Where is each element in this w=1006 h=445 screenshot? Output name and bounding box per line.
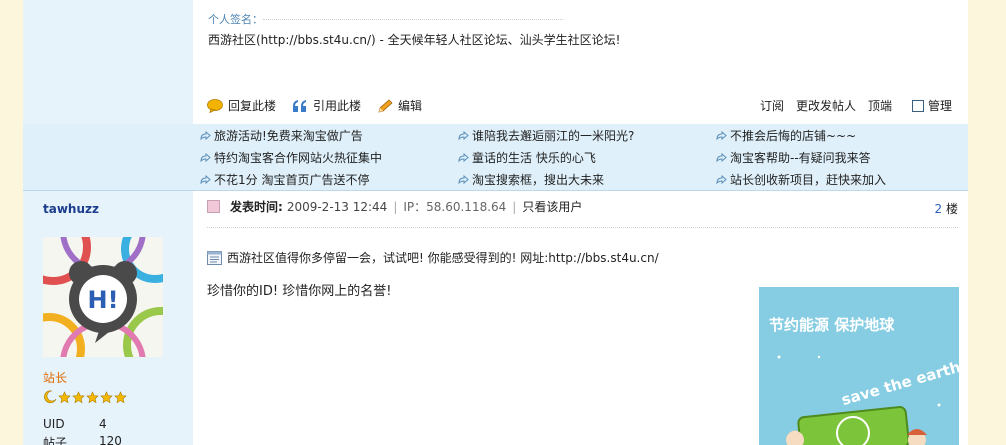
star-icon bbox=[58, 390, 71, 403]
post-admin-actions: 订阅 更改发帖人 顶端 管理 bbox=[760, 97, 952, 114]
ad-link-text[interactable]: 不花1分 淘宝首页广告送不停 bbox=[214, 171, 369, 189]
posted-label: 发表时间: bbox=[230, 200, 283, 214]
ad-link[interactable]: 淘宝搜索框，搜出大未来 bbox=[457, 169, 634, 191]
post-marker-icon bbox=[207, 200, 220, 213]
manage-checkbox[interactable] bbox=[911, 100, 924, 112]
forum-thread: 个人签名： 西游社区(http://bbs.st4u.cn/) - 全天候年轻人… bbox=[13, 0, 968, 445]
signature-label: 个人签名： bbox=[208, 13, 263, 26]
edit-button[interactable]: 编辑 bbox=[377, 97, 422, 114]
star-icon bbox=[86, 390, 99, 403]
link-arrow-icon bbox=[716, 130, 727, 141]
stat-value: 120 bbox=[99, 434, 122, 445]
stat-label: 帖子 bbox=[43, 436, 68, 445]
link-arrow-icon bbox=[458, 130, 469, 141]
post-ip: IP：58.60.118.64 bbox=[403, 200, 507, 214]
ad-link[interactable]: 谁陪我去邂逅丽江的一米阳光? bbox=[457, 125, 634, 147]
ad-link-text[interactable]: 旅游活动!免费来淘宝做广告 bbox=[214, 127, 363, 145]
user-rank: 站长 bbox=[43, 371, 68, 385]
link-arrow-icon bbox=[716, 174, 727, 185]
meta-divider bbox=[207, 227, 958, 228]
posted-time: 2009-2-13 12:44 bbox=[286, 199, 388, 214]
ad-links-strip: 旅游活动!免费来淘宝做广告 特约淘宝客合作网站火热征集中 不花1分 淘宝首页广告… bbox=[23, 124, 968, 190]
ad-column-1: 旅游活动!免费来淘宝做广告 特约淘宝客合作网站火热征集中 不花1分 淘宝首页广告… bbox=[199, 125, 382, 191]
eco-banner-image[interactable]: 节约能源 保护地球 save the earth bbox=[759, 287, 959, 445]
signature-text: 西游社区(http://bbs.st4u.cn/) - 全天候年轻人社区论坛、汕… bbox=[208, 33, 621, 47]
ad-link-text[interactable]: 站长创收新项目，赶快来加入 bbox=[730, 171, 886, 189]
ad-link-text[interactable]: 谁陪我去邂逅丽江的一米阳光? bbox=[472, 127, 634, 145]
stat-posts: 帖子 120 bbox=[43, 434, 122, 445]
ad-link-text[interactable]: 淘宝客帮助--有疑问我来答 bbox=[730, 149, 871, 167]
ad-column-3: 不推会后悔的店铺~~~ 淘宝客帮助--有疑问我来答 站长创收新项目，赶快来加入 bbox=[715, 125, 886, 191]
floor-number: 2 楼 bbox=[935, 200, 958, 217]
stat-uid: UID 4 bbox=[43, 417, 107, 431]
svg-text:H!: H! bbox=[87, 286, 118, 314]
notice-text: 西游社区值得你多停留一会，试试吧! 你能感受得到的! 网址:http://bbs… bbox=[227, 251, 659, 265]
post1-body: 个人签名： 西游社区(http://bbs.st4u.cn/) - 全天候年轻人… bbox=[193, 0, 968, 124]
quote-label: 引用此楼 bbox=[313, 99, 362, 113]
reply-label: 回复此楼 bbox=[228, 99, 277, 113]
ad-link[interactable]: 童话的生活 快乐的心飞 bbox=[457, 147, 634, 169]
meta-separator: | bbox=[512, 199, 517, 214]
ad-link-text[interactable]: 特约淘宝客合作网站火热征集中 bbox=[214, 149, 382, 167]
link-arrow-icon bbox=[458, 174, 469, 185]
only-view-author-link[interactable]: 只看该用户 bbox=[522, 198, 582, 215]
post2-author-panel: tawhuzz H! 站长 UID 4 帖子 120 bbox=[13, 188, 199, 445]
ad-link[interactable]: 特约淘宝客合作网站火热征集中 bbox=[199, 147, 382, 169]
floor-link[interactable]: 2 bbox=[935, 202, 943, 216]
banner-graphic: 节约能源 保护地球 save the earth bbox=[759, 287, 959, 445]
link-arrow-icon bbox=[458, 152, 469, 163]
ad-link-text[interactable]: 淘宝搜索框，搜出大未来 bbox=[472, 171, 604, 189]
author-name[interactable]: tawhuzz bbox=[43, 202, 99, 216]
quote-icon bbox=[293, 99, 307, 112]
post2-body: 发表时间: 2009-2-13 12:44 | IP：58.60.118.64 … bbox=[193, 190, 968, 445]
ad-link[interactable]: 不花1分 淘宝首页广告送不停 bbox=[199, 169, 382, 191]
floor-suffix: 楼 bbox=[945, 202, 958, 216]
link-arrow-icon bbox=[200, 152, 211, 163]
quote-button[interactable]: 引用此楼 bbox=[292, 97, 361, 114]
avatar[interactable]: H! bbox=[13, 188, 199, 406]
avatar-image: H! bbox=[13, 188, 199, 406]
link-arrow-icon bbox=[200, 174, 211, 185]
manage-label: 管理 bbox=[927, 99, 952, 113]
link-arrow-icon bbox=[716, 152, 727, 163]
edit-label: 编辑 bbox=[398, 99, 423, 113]
reply-button[interactable]: 回复此楼 bbox=[207, 97, 276, 114]
notepad-icon bbox=[207, 250, 222, 265]
manage-control[interactable]: 管理 bbox=[911, 97, 952, 114]
stat-label: UID bbox=[43, 417, 65, 431]
link-arrow-icon bbox=[200, 130, 211, 141]
ad-column-2: 谁陪我去邂逅丽江的一米阳光? 童话的生活 快乐的心飞 淘宝搜索框，搜出大未来 bbox=[457, 125, 634, 191]
ad-link-text[interactable]: 不推会后悔的店铺~~~ bbox=[730, 127, 856, 145]
ad-link-text[interactable]: 童话的生活 快乐的心飞 bbox=[472, 149, 596, 167]
ad-link[interactable]: 淘宝客帮助--有疑问我来答 bbox=[715, 147, 886, 169]
post-actions: 回复此楼 引用此楼 编辑 bbox=[207, 97, 422, 114]
subscribe-link[interactable]: 订阅 bbox=[760, 97, 784, 114]
star-icon bbox=[72, 390, 85, 403]
change-author-link[interactable]: 更改发帖人 bbox=[796, 97, 856, 114]
ad-link[interactable]: 不推会后悔的店铺~~~ bbox=[715, 125, 886, 147]
signature-divider bbox=[263, 19, 563, 20]
back-to-top-link[interactable]: 顶端 bbox=[868, 97, 892, 114]
meta-separator: | bbox=[393, 199, 398, 214]
post-content: 珍惜你的ID! 珍惜你网上的名誉! bbox=[207, 284, 392, 299]
rank-stars bbox=[43, 390, 127, 404]
pencil-icon bbox=[378, 99, 393, 112]
stat-value: 4 bbox=[99, 417, 107, 431]
speech-bubble-icon bbox=[207, 98, 223, 113]
star-icon bbox=[100, 390, 113, 403]
ad-link[interactable]: 旅游活动!免费来淘宝做广告 bbox=[199, 125, 382, 147]
post-meta: 发表时间: 2009-2-13 12:44 | IP：58.60.118.64 … bbox=[207, 198, 582, 215]
banner-title: 节约能源 保护地球 bbox=[769, 316, 895, 334]
moon-icon bbox=[44, 390, 57, 404]
star-icon bbox=[114, 390, 127, 403]
post-notice: 西游社区值得你多停留一会，试试吧! 你能感受得到的! 网址:http://bbs… bbox=[207, 249, 659, 266]
post1-sidebar bbox=[23, 0, 193, 124]
ad-link[interactable]: 站长创收新项目，赶快来加入 bbox=[715, 169, 886, 191]
